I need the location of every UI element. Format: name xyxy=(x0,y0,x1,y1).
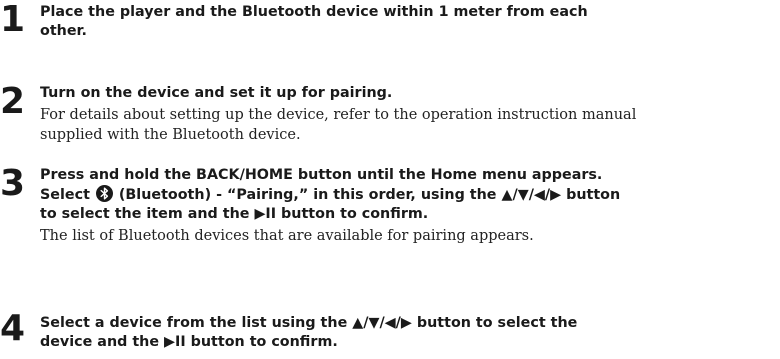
step-content: Turn on the device and set it up for pai… xyxy=(40,84,780,145)
step-heading-line: Turn on the device and set it up for pai… xyxy=(40,85,393,101)
step-heading-line: Select (Bluetooth) - “Pairing,” in this … xyxy=(40,185,780,205)
step-detail-line: For details about setting up the device,… xyxy=(40,107,637,123)
step-heading-line: Select a device from the list using the … xyxy=(40,315,578,331)
step-number: 2 xyxy=(0,81,26,122)
step-detail-line: The list of Bluetooth devices that are a… xyxy=(40,228,534,244)
step-content: Place the player and the Bluetooth devic… xyxy=(40,3,780,41)
step-heading-continuation: (Bluetooth) - “Pairing,” in this order, … xyxy=(118,187,621,203)
step-number: 4 xyxy=(0,308,26,349)
step-content: Select a device from the list using the … xyxy=(40,314,780,352)
step-number: 1 xyxy=(0,0,26,40)
step-number: 3 xyxy=(0,163,26,204)
step-heading-line: other. xyxy=(40,23,87,39)
step-detail: The list of Bluetooth devices that are a… xyxy=(40,226,780,246)
select-word: Select xyxy=(40,187,90,203)
step-content: Press and hold the BACK/HOME button unti… xyxy=(40,166,780,246)
step-heading-line: Place the player and the Bluetooth devic… xyxy=(40,4,588,20)
step-heading-line: to select the item and the ▶II button to… xyxy=(40,206,429,222)
step-heading-line: Press and hold the BACK/HOME button unti… xyxy=(40,167,603,183)
step-detail-line: supplied with the Bluetooth device. xyxy=(40,127,301,143)
step-detail: For details about setting up the device,… xyxy=(40,105,780,145)
step-heading-line: device and the ▶II button to confirm. xyxy=(40,334,338,350)
bluetooth-icon xyxy=(95,185,113,202)
